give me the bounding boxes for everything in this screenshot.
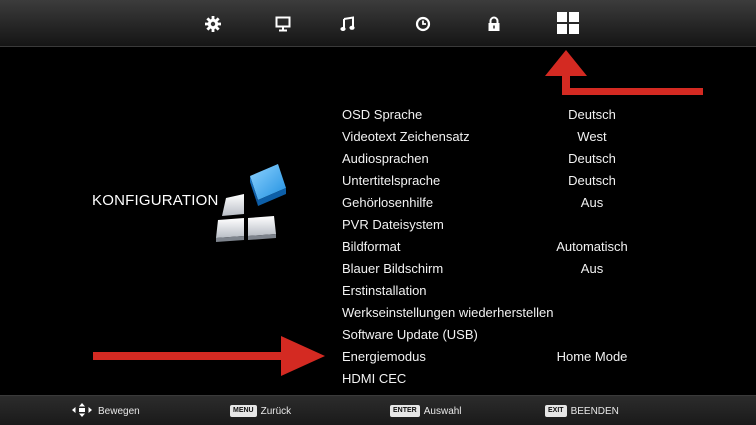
hint-move-label: Bewegen [98,405,140,417]
hint-back-label: Zurück [260,405,292,417]
main-menu-bar [0,0,756,47]
hint-select: ENTER Auswahl [390,404,462,418]
menu-item-factory-reset[interactable]: Werkseinstellungen wiederherstellen [342,302,662,324]
menu-item-label: Erstinstallation [342,283,427,298]
menu-item-label: Software Update (USB) [342,327,478,342]
hint-exit: EXIT BEENDEN [545,404,619,418]
menu-item-label: Audiosprachen [342,151,429,166]
menu-item-label: Videotext Zeichensatz [342,129,470,144]
menu-item-value: Aus [580,261,604,276]
menu-key-badge: MENU [230,405,257,417]
menu-item-label: HDMI CEC [342,371,407,386]
menu-item-label: Werkseinstellungen wiederherstellen [342,305,554,320]
menu-item-label: Blauer Bildschirm [342,261,444,276]
menu-item-blue-screen[interactable]: Blauer Bildschirm Aus [342,258,662,280]
section-title: KONFIGURATION [92,192,219,209]
hint-bar: Bewegen MENU Zurück ENTER Auswahl EXIT B… [0,395,756,425]
menu-item-first-installation[interactable]: Erstinstallation [342,280,662,302]
settings-list: OSD Sprache Deutsch Videotext Zeichensat… [342,104,662,390]
hint-back: MENU Zurück [230,404,291,418]
menu-item-value: West [577,129,607,144]
menu-item-label: OSD Sprache [342,107,423,122]
hint-move: Bewegen [72,402,140,420]
picture-settings-icon[interactable] [202,13,224,35]
menu-item-value: Automatisch [556,239,628,254]
lock-icon[interactable] [483,13,505,35]
menu-item-label: Energiemodus [342,349,426,364]
music-note-icon[interactable] [337,13,359,35]
menu-item-software-update[interactable]: Software Update (USB) [342,324,662,346]
menu-item-label: Untertitelsprache [342,173,441,188]
menu-item-pvr-filesystem[interactable]: PVR Dateisystem [342,214,662,236]
menu-item-label: Bildformat [342,239,401,254]
menu-item-osd-language[interactable]: OSD Sprache Deutsch [342,104,662,126]
dpad-arrows-icon [72,402,92,420]
arrow-right-annotation-icon [93,336,325,376]
menu-item-value: Aus [580,195,604,210]
hint-select-label: Auswahl [423,405,462,417]
menu-item-label: PVR Dateisystem [342,217,444,232]
menu-item-value: Home Mode [556,349,628,364]
menu-item-picture-format[interactable]: Bildformat Automatisch [342,236,662,258]
monitor-icon[interactable] [272,13,294,35]
menu-item-label: Gehörlosenhilfe [342,195,434,210]
menu-item-audio-languages[interactable]: Audiosprachen Deutsch [342,148,662,170]
setup-grid-icon[interactable] [555,10,581,36]
clock-icon[interactable] [412,13,434,35]
setup-tiles-icon [214,158,286,248]
exit-key-badge: EXIT [545,405,567,417]
arrow-up-annotation-icon [545,50,703,95]
menu-item-value: Deutsch [568,151,616,166]
menu-item-hearing-impaired[interactable]: Gehörlosenhilfe Aus [342,192,662,214]
menu-item-energy-mode[interactable]: Energiemodus Home Mode [342,346,662,368]
menu-item-value: Deutsch [568,107,616,122]
menu-item-hdmi-cec[interactable]: HDMI CEC [342,368,662,390]
menu-item-value: Deutsch [568,173,616,188]
menu-item-subtitle-language[interactable]: Untertitelsprache Deutsch [342,170,662,192]
menu-item-teletext-charset[interactable]: Videotext Zeichensatz West [342,126,662,148]
enter-key-badge: ENTER [390,405,420,417]
hint-exit-label: BEENDEN [570,405,619,417]
